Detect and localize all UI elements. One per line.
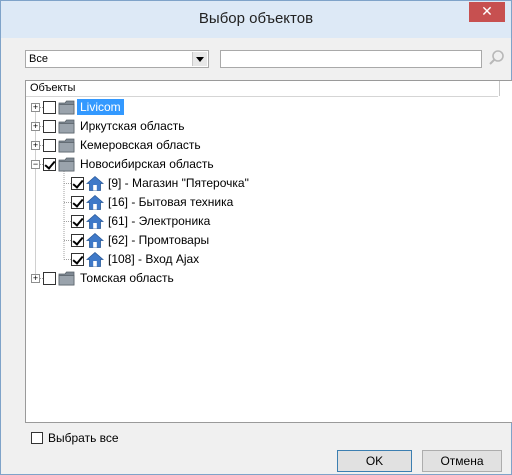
select-all-label: Выбрать все [48, 431, 119, 445]
house-icon [85, 213, 105, 230]
filter-selected-value: Все [29, 53, 48, 65]
tree-item-label[interactable]: Томская область [77, 270, 177, 286]
tree-item-label[interactable]: Иркутская область [77, 118, 188, 134]
tree-item[interactable]: [62] - Промтовары [26, 231, 512, 250]
expand-icon[interactable]: + [31, 274, 40, 283]
house-icon [85, 232, 105, 249]
tree-item[interactable]: [108] - Вход Ajax [26, 250, 512, 269]
filter-dropdown[interactable]: Все [25, 50, 209, 68]
tree-item[interactable]: + Livicom [26, 98, 512, 117]
tree-item[interactable]: + Томская область [26, 269, 512, 288]
folder-icon [58, 118, 76, 135]
folder-icon [58, 99, 76, 116]
house-icon [85, 175, 105, 192]
tree-item[interactable]: + Иркутская область [26, 117, 512, 136]
close-icon: ✕ [481, 3, 493, 19]
tree-item[interactable]: + Кемеровская область [26, 136, 512, 155]
objects-tree[interactable]: Объекты + Livicom + Иркутская область + Кемер… [25, 80, 512, 423]
expand-icon[interactable]: + [31, 122, 40, 131]
house-icon [85, 251, 105, 268]
dialog-window: Выбор объектов ✕ Все Объекты + Livicom + Ир… [0, 0, 512, 475]
expand-icon[interactable]: + [31, 141, 40, 150]
folder-icon [58, 137, 76, 154]
search-input[interactable] [220, 50, 482, 68]
tree-item-checkbox[interactable] [43, 120, 56, 133]
tree-item-checkbox[interactable] [71, 215, 84, 228]
expand-icon[interactable]: + [31, 103, 40, 112]
cancel-button[interactable]: Отмена [422, 450, 502, 472]
tree-item-checkbox[interactable] [71, 177, 84, 190]
tree-item-label[interactable]: Кемеровская область [77, 137, 204, 153]
search-icon[interactable] [487, 48, 507, 68]
tree-item[interactable]: [9] - Магазин "Пятерочка" [26, 174, 512, 193]
tree-item-label[interactable]: Livicom [77, 99, 124, 115]
tree-item-checkbox[interactable] [43, 139, 56, 152]
tree-item-label[interactable]: [108] - Вход Ajax [105, 251, 202, 267]
tree-item[interactable]: [16] - Бытовая техника [26, 193, 512, 212]
chevron-down-icon[interactable] [192, 52, 207, 66]
folder-icon [58, 156, 76, 173]
column-divider[interactable] [499, 81, 500, 96]
tree-item-label[interactable]: [62] - Промтовары [105, 232, 212, 248]
folder-icon [58, 270, 76, 287]
tree-item-checkbox[interactable] [71, 234, 84, 247]
close-button[interactable]: ✕ [469, 2, 505, 22]
ok-button[interactable]: OK [337, 450, 412, 472]
tree-item-checkbox[interactable] [43, 272, 56, 285]
tree-item-label[interactable]: Новосибирская область [77, 156, 217, 172]
tree-item-label[interactable]: [9] - Магазин "Пятерочка" [105, 175, 252, 191]
tree-item-checkbox[interactable] [43, 158, 56, 171]
tree-item[interactable]: − Новосибирская область [26, 155, 512, 174]
tree-item-label[interactable]: [61] - Электроника [105, 213, 213, 229]
select-all-checkbox[interactable] [31, 432, 43, 444]
tree-item[interactable]: [61] - Электроника [26, 212, 512, 231]
collapse-icon[interactable]: − [31, 160, 40, 169]
tree-item-checkbox[interactable] [43, 101, 56, 114]
house-icon [85, 194, 105, 211]
tree-item-label[interactable]: [16] - Бытовая техника [105, 194, 236, 210]
tree-item-checkbox[interactable] [71, 196, 84, 209]
tree-item-checkbox[interactable] [71, 253, 84, 266]
title-bar[interactable]: Выбор объектов ✕ [1, 1, 511, 38]
dialog-title: Выбор объектов [198, 10, 314, 27]
